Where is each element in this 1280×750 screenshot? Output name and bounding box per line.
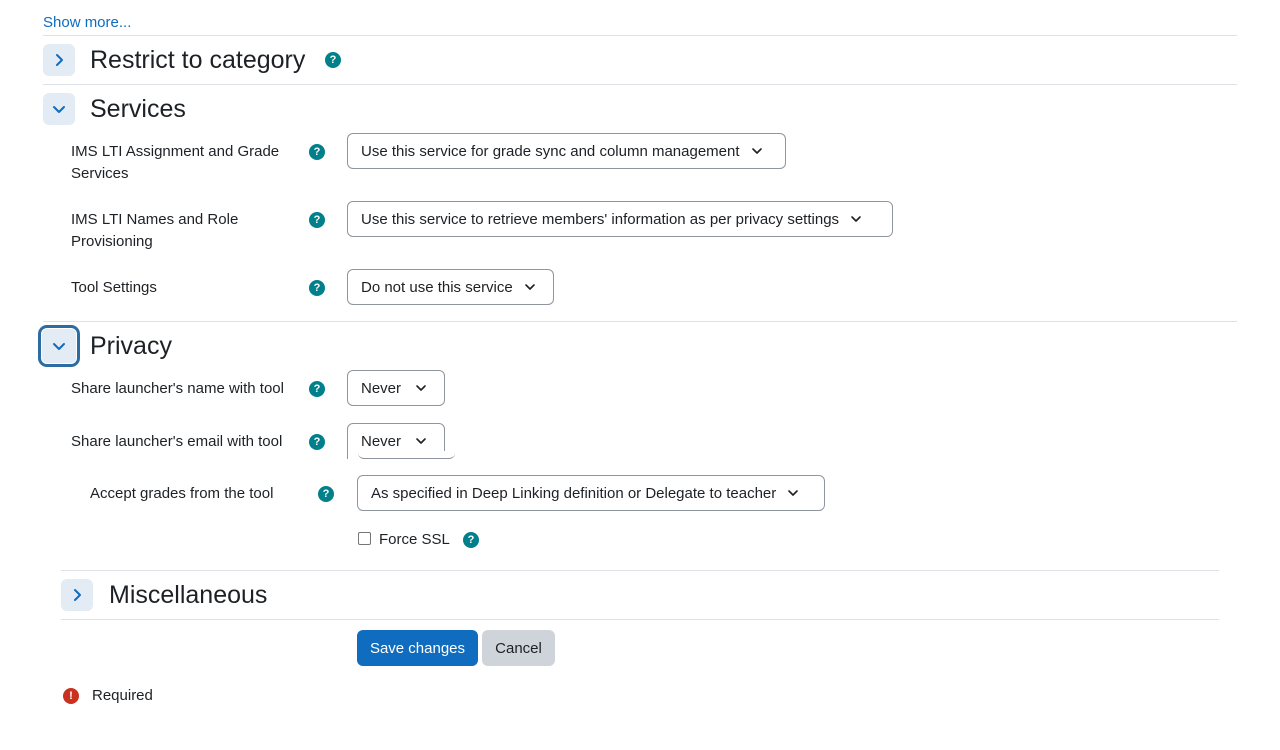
section-title-privacy: Privacy <box>90 332 172 360</box>
force-ssl-checkbox[interactable] <box>358 532 371 545</box>
chevron-right-icon <box>56 54 63 66</box>
chevron-down-icon <box>53 343 65 350</box>
tool-settings-select[interactable]: Do not use this service <box>347 269 554 305</box>
chevron-down-icon <box>524 281 536 293</box>
help-icon[interactable]: ? <box>309 144 325 160</box>
share-name-select-value: Never <box>361 379 402 397</box>
cancel-button[interactable]: Cancel <box>482 630 555 666</box>
section-title-misc: Miscellaneous <box>109 581 268 609</box>
share-name-label: Share launcher's name with tool <box>71 380 284 397</box>
section-title-services: Services <box>90 95 186 123</box>
tool-settings-select-value: Do not use this service <box>361 278 513 296</box>
help-icon[interactable]: ? <box>309 381 325 397</box>
section-title-restrict: Restrict to category <box>90 46 306 74</box>
ags-label: IMS LTI Assignment and Grade Services <box>71 143 280 182</box>
ags-select-value: Use this service for grade sync and colu… <box>361 142 740 160</box>
help-icon[interactable]: ? <box>318 486 334 502</box>
show-more-link[interactable]: Show more... <box>43 14 131 31</box>
divider <box>61 570 1219 571</box>
chevron-down-icon <box>751 145 763 157</box>
help-icon[interactable]: ? <box>309 280 325 296</box>
chevron-down-icon <box>53 106 65 113</box>
help-icon[interactable]: ? <box>325 52 341 68</box>
chevron-down-icon <box>415 435 427 447</box>
expand-misc-toggle[interactable] <box>61 579 93 611</box>
save-changes-button[interactable]: Save changes <box>357 630 478 666</box>
accept-grades-label: Accept grades from the tool <box>90 485 274 502</box>
share-name-select[interactable]: Never <box>347 370 445 406</box>
required-icon: ! <box>63 688 79 704</box>
chevron-down-icon <box>415 382 427 394</box>
force-ssl-label[interactable]: Force SSL <box>379 529 450 551</box>
chevron-right-icon <box>74 589 81 601</box>
nrps-label: IMS LTI Names and Role Provisioning <box>71 211 239 250</box>
tool-settings-label: Tool Settings <box>71 279 157 296</box>
help-icon[interactable]: ? <box>463 532 479 548</box>
nrps-select-value: Use this service to retrieve members' in… <box>361 210 840 228</box>
chevron-down-icon <box>850 213 862 225</box>
share-email-label: Share launcher's email with tool <box>71 433 283 450</box>
divider <box>43 84 1237 85</box>
divider <box>43 35 1237 36</box>
collapse-services-toggle[interactable] <box>43 93 75 125</box>
divider <box>61 619 1219 620</box>
select-overlap-edge <box>358 451 455 459</box>
divider <box>43 321 1237 322</box>
chevron-down-icon <box>787 487 799 499</box>
accept-grades-select[interactable]: As specified in Deep Linking definition … <box>357 475 825 511</box>
help-icon[interactable]: ? <box>309 434 325 450</box>
collapse-privacy-toggle[interactable] <box>41 328 77 364</box>
accept-grades-select-value: As specified in Deep Linking definition … <box>371 484 777 502</box>
ags-select[interactable]: Use this service for grade sync and colu… <box>347 133 786 169</box>
share-email-select-value: Never <box>361 433 402 450</box>
nrps-select[interactable]: Use this service to retrieve members' in… <box>347 201 893 237</box>
required-note: Required <box>92 687 153 704</box>
help-icon[interactable]: ? <box>309 212 325 228</box>
expand-restrict-toggle[interactable] <box>43 44 75 76</box>
